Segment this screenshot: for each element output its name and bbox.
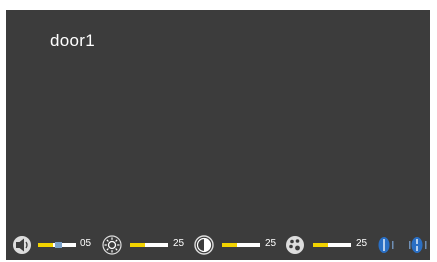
color-control: 25 [285,233,375,257]
video-screen: door1 05 25 25 25 [6,10,430,260]
contrast-control: 25 [194,233,284,257]
control-toolbar: 05 25 25 25 [6,233,430,257]
next-icon[interactable] [408,236,430,254]
speaker-icon[interactable] [12,235,32,255]
palette-icon[interactable] [285,235,305,255]
contrast-value: 25 [265,238,277,249]
brightness-control: 25 [102,233,192,257]
contrast-slider[interactable] [222,243,260,247]
brightness-slider[interactable] [130,243,168,247]
contrast-icon[interactable] [194,235,214,255]
previous-icon[interactable] [378,236,400,254]
color-value: 25 [356,238,368,249]
volume-slider[interactable] [38,242,76,248]
brightness-value: 25 [173,238,185,249]
color-slider[interactable] [313,243,351,247]
camera-name-label: door1 [50,31,95,50]
sun-icon[interactable] [102,235,122,255]
volume-control: 05 [12,233,102,257]
volume-value: 05 [80,238,92,249]
